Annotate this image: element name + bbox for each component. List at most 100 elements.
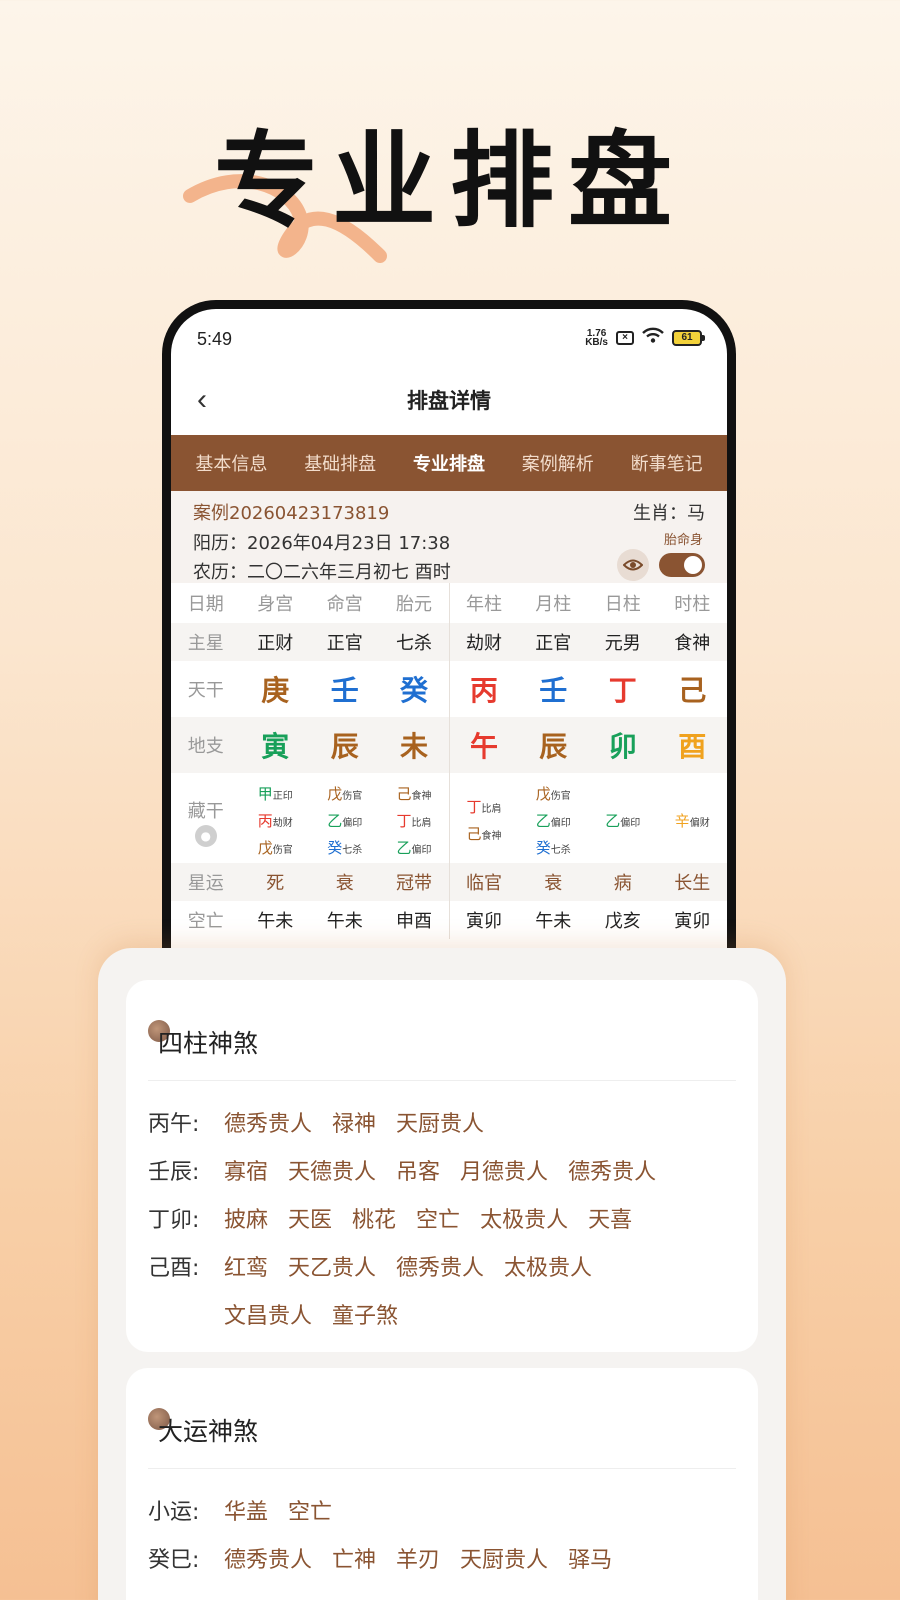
grid-header-row: 日期 身宫 命宫 胎元 年柱 月柱 日柱 时柱 bbox=[171, 583, 727, 623]
header-cell: 时柱 bbox=[657, 583, 727, 623]
tab-basic-chart[interactable]: 基础排盘 bbox=[304, 450, 376, 476]
shensha-row: 癸巳: 德秀贵人 亡神 羊刃 天厨贵人 驿马 bbox=[148, 1548, 613, 1573]
star-fortune-row: 星运 死 衰 冠带 临官 衰 病 长生 bbox=[171, 863, 727, 901]
tab-bar: 基本信息 基础排盘 专业排盘 案例解析 断事笔记 bbox=[171, 435, 727, 491]
main-star-cell: 七杀 bbox=[379, 623, 450, 661]
wifi-icon bbox=[642, 327, 664, 348]
header-cell: 年柱 bbox=[449, 583, 519, 623]
star-fortune-cell: 衰 bbox=[310, 863, 380, 901]
branch-cell: 酉 bbox=[657, 717, 727, 773]
star-fortune-cell: 死 bbox=[240, 863, 310, 901]
earthly-branch-row: 地支 寅 辰 未 午 辰 卯 酉 bbox=[171, 717, 727, 773]
hidden-stem-cell: 丁比肩 己食神 bbox=[449, 773, 519, 863]
void-row: 空亡 午未 午未 申酉 寅卯 午未 戊亥 寅卯 bbox=[171, 901, 727, 939]
stem-cell: 壬 bbox=[518, 661, 588, 717]
main-star-row: 主星 正财 正官 七杀 劫财 正官 元男 食神 bbox=[171, 623, 727, 661]
shensha-row: 小运: 华盖 空亡 bbox=[148, 1500, 333, 1525]
row-label: 星运 bbox=[171, 863, 241, 901]
sizhu-shensha-card: 四柱神煞 丙午: 德秀贵人 禄神 天厨贵人 壬辰: 寡宿 天德贵人 吊客 月德贵人 德秀贵人 丁… bbox=[126, 980, 758, 1352]
lunar-date: 农历：二〇二六年三月初七 酉时 bbox=[193, 562, 451, 583]
status-icons: 1.76 KB/s × 61 bbox=[585, 327, 705, 348]
branch-cell: 辰 bbox=[518, 717, 588, 773]
header-cell: 命宫 bbox=[310, 583, 380, 623]
divider bbox=[148, 1468, 736, 1469]
star-fortune-cell: 病 bbox=[588, 863, 658, 901]
main-star-cell: 正财 bbox=[240, 623, 310, 661]
tab-pro-chart[interactable]: 专业排盘 bbox=[413, 450, 485, 476]
star-fortune-cell: 衰 bbox=[518, 863, 588, 901]
branch-cell: 寅 bbox=[240, 717, 310, 773]
stem-cell: 癸 bbox=[379, 661, 450, 717]
dayun-shensha-card: 大运神煞 小运: 华盖 空亡 癸巳: 德秀贵人 亡神 羊刃 天厨贵人 驿马 bbox=[126, 1368, 758, 1600]
row-label: 地支 bbox=[171, 717, 241, 773]
row-label: 天干 bbox=[171, 661, 241, 717]
row-label: 空亡 bbox=[171, 901, 241, 939]
hidden-stem-cell: 辛偏财 bbox=[657, 773, 727, 863]
stem-cell: 壬 bbox=[310, 661, 380, 717]
star-fortune-cell: 长生 bbox=[657, 863, 727, 901]
row-label: 主星 bbox=[171, 623, 241, 661]
hidden-stem-cell: 戊伤官 乙偏印 癸七杀 bbox=[310, 773, 380, 863]
nav-bar: ‹ 排盘详情 bbox=[171, 365, 727, 435]
net-speed-indicator: 1.76 KB/s bbox=[585, 327, 608, 348]
taiming-toggle-label: 胎命身 bbox=[663, 533, 703, 548]
hidden-stem-cell: 乙偏印 bbox=[588, 773, 658, 863]
main-star-cell: 劫财 bbox=[449, 623, 519, 661]
void-cell: 申酉 bbox=[379, 901, 450, 939]
void-cell: 午未 bbox=[518, 901, 588, 939]
status-bar: 5:49 1.76 KB/s × 61 bbox=[171, 309, 727, 365]
tab-case-analysis[interactable]: 案例解析 bbox=[522, 450, 594, 476]
shensha-row: 壬辰: 寡宿 天德贵人 吊客 月德贵人 德秀贵人 bbox=[148, 1160, 657, 1185]
sim-off-icon: × bbox=[616, 330, 634, 345]
shensha-row-continuation: 文昌贵人 童子煞 bbox=[224, 1304, 399, 1329]
header-cell: 身宫 bbox=[240, 583, 310, 623]
hidden-stem-cell: 己食神 丁比肩 乙偏印 bbox=[379, 773, 450, 863]
card-title: 四柱神煞 bbox=[158, 1029, 259, 1058]
solar-date: 阳历：2026年04月23日 17:38 bbox=[193, 533, 451, 554]
case-id: 案例20260423173819 bbox=[193, 503, 390, 524]
hidden-stem-cell: 甲正印 丙劫财 戊伤官 bbox=[240, 773, 310, 863]
header-cell: 日期 bbox=[171, 583, 241, 623]
zodiac-text: 生肖：马 bbox=[633, 503, 705, 524]
shensha-row: 己酉: 红鸾 天乙贵人 德秀贵人 太极贵人 bbox=[148, 1256, 593, 1281]
branch-cell: 未 bbox=[379, 717, 450, 773]
card-title: 大运神煞 bbox=[158, 1417, 259, 1446]
eye-icon[interactable] bbox=[617, 549, 649, 581]
star-fortune-cell: 临官 bbox=[449, 863, 519, 901]
phone-mockup: 5:49 1.76 KB/s × 61 ‹ 排盘详情 基本信息 基础排盘 专业排… bbox=[162, 300, 736, 1020]
taiming-toggle[interactable] bbox=[659, 553, 705, 577]
star-fortune-cell: 冠带 bbox=[379, 863, 450, 901]
header-cell: 胎元 bbox=[379, 583, 450, 623]
void-cell: 午未 bbox=[310, 901, 380, 939]
branch-cell: 午 bbox=[449, 717, 519, 773]
row-label: 藏干 ● bbox=[171, 773, 241, 863]
status-time: 5:49 bbox=[197, 329, 233, 349]
void-cell: 戊亥 bbox=[588, 901, 658, 939]
shensha-row: 丙午: 德秀贵人 禄神 天厨贵人 bbox=[148, 1112, 485, 1137]
bazi-grid: 日期 身宫 命宫 胎元 年柱 月柱 日柱 时柱 主星 正财 正官 七杀 劫财 正… bbox=[171, 583, 727, 939]
heavenly-stem-row: 天干 庚 壬 癸 丙 壬 丁 己 bbox=[171, 661, 727, 717]
case-info-panel: 案例20260423173819 生肖：马 阳历：2026年04月23日 17:… bbox=[171, 491, 727, 583]
void-cell: 寅卯 bbox=[657, 901, 727, 939]
branch-cell: 辰 bbox=[310, 717, 380, 773]
void-cell: 午未 bbox=[240, 901, 310, 939]
stem-cell: 丙 bbox=[449, 661, 519, 717]
headline-title: 专业排盘 bbox=[213, 120, 686, 242]
shensha-row: 丁卯: 披麻 天医 桃花 空亡 太极贵人 天喜 bbox=[148, 1208, 633, 1233]
lock-icon[interactable]: ● bbox=[194, 825, 217, 847]
page-title: 排盘详情 bbox=[407, 389, 491, 413]
stem-cell: 丁 bbox=[588, 661, 658, 717]
main-star-cell: 正官 bbox=[310, 623, 380, 661]
shensha-sheet: 四柱神煞 丙午: 德秀贵人 禄神 天厨贵人 壬辰: 寡宿 天德贵人 吊客 月德贵人 德秀贵人 丁… bbox=[98, 948, 786, 1600]
branch-cell: 卯 bbox=[588, 717, 658, 773]
hidden-stem-row: 藏干 ● 甲正印 丙劫财 戊伤官 戊伤官 乙偏印 癸七杀 己食神 丁比肩 乙偏印… bbox=[171, 773, 727, 863]
header-cell: 月柱 bbox=[518, 583, 588, 623]
hidden-stem-cell: 戊伤官 乙偏印 癸七杀 bbox=[518, 773, 588, 863]
battery-icon: 61 bbox=[672, 329, 705, 346]
main-star-cell: 正官 bbox=[518, 623, 588, 661]
tab-basic-info[interactable]: 基本信息 bbox=[195, 450, 267, 476]
tab-notes[interactable]: 断事笔记 bbox=[631, 450, 703, 476]
stem-cell: 己 bbox=[657, 661, 727, 717]
stem-cell: 庚 bbox=[240, 661, 310, 717]
divider bbox=[148, 1080, 736, 1081]
